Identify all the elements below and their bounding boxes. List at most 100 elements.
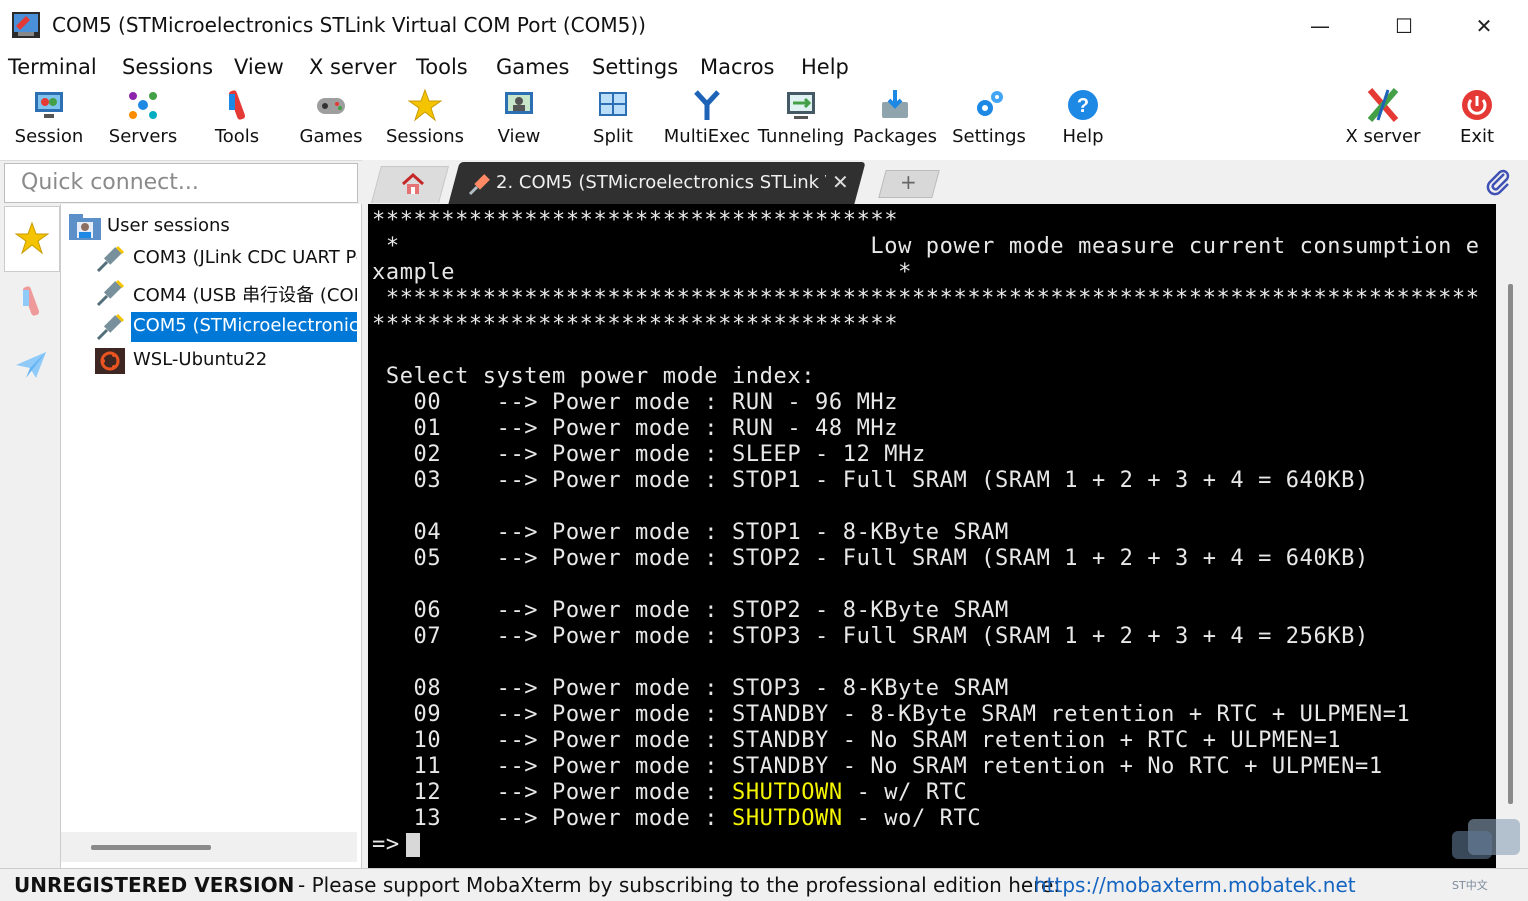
packages-label: Packages (853, 126, 937, 147)
session-label-com5: COM5 (STMicroelectronics STLink Virtual … (133, 315, 357, 336)
multiexec-icon (694, 90, 720, 120)
terminal-line-suffix: - wo/ RTC (842, 806, 982, 831)
tab-com5-label: 2. COM5 (STMicroelectronics STLink Virtu… (496, 172, 826, 193)
attachment-clip-icon[interactable] (1484, 168, 1512, 196)
exit-button[interactable]: Exit (1430, 84, 1524, 160)
star-icon (15, 221, 49, 255)
minimize-button[interactable]: — (1300, 8, 1340, 44)
settings-icon (977, 91, 1003, 116)
exit-label: Exit (1459, 126, 1495, 147)
paper-plane-icon (16, 352, 46, 378)
xserver-button[interactable]: X server (1336, 84, 1430, 160)
sidebar-sftp-tab[interactable] (4, 334, 58, 398)
close-button[interactable]: ✕ (1464, 8, 1504, 44)
split-icon (599, 92, 627, 116)
terminal-line-prefix: 13 --> Power mode : (372, 806, 732, 831)
menu-sessions[interactable]: Sessions (122, 55, 213, 79)
window-title: COM5 (STMicroelectronics STLink Virtual … (52, 13, 646, 37)
terminal-vscrollbar[interactable] (1496, 204, 1528, 868)
sidebar-strip (0, 204, 61, 868)
session-label: Session (14, 126, 84, 147)
serial-plug-icon (468, 174, 490, 196)
session-item-wsl[interactable]: WSL-Ubuntu22 (95, 346, 357, 376)
servers-icon (129, 92, 157, 119)
session-item-com4[interactable]: COM4 (USB 串行设备 (COM4)) (95, 278, 357, 308)
tunneling-label: Tunneling (757, 126, 845, 147)
games-icon (317, 98, 345, 114)
terminal-prompt-line[interactable]: => (372, 832, 420, 857)
vscrollbar-thumb[interactable] (1508, 284, 1513, 804)
terminal-line: 08 --> Power mode : STOP3 - 8-KByte SRAM (372, 676, 1009, 701)
menu-games[interactable]: Games (496, 55, 569, 79)
terminal-line: ************************************** (372, 312, 899, 337)
tools-icon (22, 286, 40, 316)
terminal-prompt: => (372, 832, 400, 857)
terminal-line: 03 --> Power mode : STOP1 - Full SRAM (S… (372, 468, 1369, 493)
games-button[interactable]: Games (284, 84, 378, 160)
packages-button[interactable]: Packages (848, 84, 942, 160)
terminal-line: 10 --> Power mode : STANDBY - No SRAM re… (372, 728, 1342, 753)
mobatek-link[interactable]: https://mobaxterm.mobatek.net (1034, 873, 1356, 897)
view-button[interactable]: View (472, 84, 566, 160)
menu-help[interactable]: Help (801, 55, 849, 79)
menu-macros[interactable]: Macros (700, 55, 775, 79)
view-icon (505, 92, 533, 114)
user-sessions-folder[interactable]: User sessions (69, 212, 349, 242)
menu-tools[interactable]: Tools (416, 55, 468, 79)
help-button[interactable]: ? Help (1036, 84, 1130, 160)
terminal-cursor (405, 833, 420, 857)
session-panel-hscrollbar[interactable] (61, 832, 357, 862)
session-item-com5[interactable]: COM5 (STMicroelectronics STLink Virtual … (95, 312, 357, 342)
terminal-line: 02 --> Power mode : SLEEP - 12 MHz (372, 442, 926, 467)
terminal-line: Select system power mode index: (372, 364, 816, 389)
games-label: Games (299, 126, 363, 147)
title-bar: COM5 (STMicroelectronics STLink Virtual … (0, 0, 1528, 53)
terminal-line: ************************************** (372, 208, 899, 233)
session-label-wsl: WSL-Ubuntu22 (133, 349, 268, 370)
terminal-line-shutdown: 12 --> Power mode : SHUTDOWN - w/ RTC (372, 780, 967, 805)
sidebar-tools-tab[interactable] (4, 270, 58, 334)
tab-strip: 2. COM5 (STMicroelectronics STLink Virtu… (362, 160, 1528, 204)
serial-plug-icon (96, 279, 125, 307)
tools-button[interactable]: Tools (190, 84, 284, 160)
session-item-com3[interactable]: COM3 (JLink CDC UART Port (COM3)) (95, 244, 357, 274)
tools-icon (228, 90, 246, 120)
support-message: - Please support MobaXterm by subscribin… (298, 873, 1061, 897)
tab-close-icon[interactable]: ✕ (832, 170, 849, 194)
split-button[interactable]: Split (566, 84, 660, 160)
split-label: Split (593, 126, 633, 147)
help-icon: ? (1068, 90, 1098, 120)
user-folder-icon (69, 214, 101, 240)
terminal-line: 06 --> Power mode : STOP2 - 8-KByte SRAM (372, 598, 1009, 623)
menu-view[interactable]: View (234, 55, 284, 79)
tunneling-button[interactable]: Tunneling (754, 84, 848, 160)
menu-terminal[interactable]: Terminal (8, 55, 97, 79)
multiexec-label: MultiExec (663, 126, 751, 147)
view-label: View (497, 126, 541, 147)
terminal-output[interactable]: ************************************** *… (368, 204, 1496, 868)
new-tab-plus-icon: + (900, 170, 917, 194)
svg-text:?: ? (1077, 95, 1089, 117)
settings-button[interactable]: Settings (942, 84, 1036, 160)
quick-connect-input[interactable]: Quick connect... (4, 163, 358, 203)
sessions-button[interactable]: Sessions (378, 84, 472, 160)
terminal-line-suffix: - w/ RTC (842, 780, 968, 805)
maximize-button[interactable]: ☐ (1384, 8, 1424, 44)
exit-icon (1462, 90, 1492, 120)
settings-label: Settings (952, 126, 1026, 147)
hscrollbar-thumb[interactable] (91, 845, 211, 850)
menu-xserver[interactable]: X server (309, 55, 397, 79)
watermark-chat-icon (1452, 819, 1520, 859)
menu-settings[interactable]: Settings (592, 55, 678, 79)
terminal-line-shutdown: 13 --> Power mode : SHUTDOWN - wo/ RTC (372, 806, 981, 831)
serial-plug-icon (96, 245, 125, 273)
packages-icon (882, 90, 908, 118)
toolbar: Session Servers Tools Games Sessions Vie… (0, 84, 1528, 161)
session-button[interactable]: Session (2, 84, 96, 160)
sidebar-sessions-tab[interactable] (4, 206, 60, 272)
sessions-label: Sessions (385, 126, 465, 147)
multiexec-button[interactable]: MultiExec (660, 84, 754, 160)
servers-button[interactable]: Servers (96, 84, 190, 160)
help-label: Help (1062, 126, 1104, 147)
mobaxterm-app-icon (12, 12, 40, 38)
